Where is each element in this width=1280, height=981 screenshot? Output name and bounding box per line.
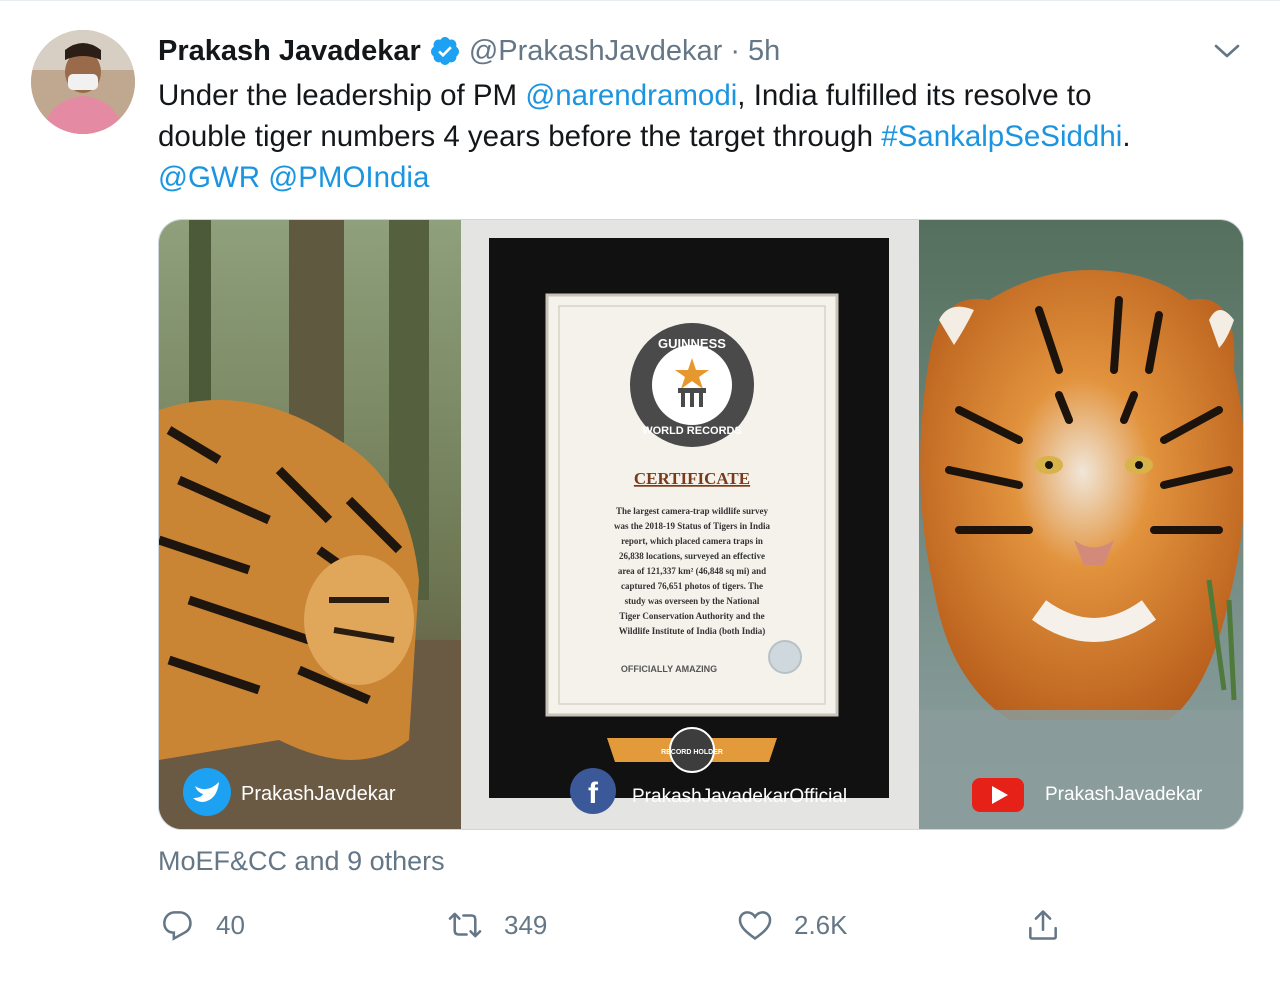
certificate-title: CERTIFICATE bbox=[634, 469, 750, 488]
reply-button[interactable]: 40 bbox=[158, 901, 245, 949]
tweet-text-part1: Under the leadership of PM bbox=[158, 79, 526, 112]
certificate-line: study was overseen by the National bbox=[625, 596, 760, 606]
author-handle[interactable]: @PrakashJavdekar bbox=[469, 35, 723, 68]
tweet-line-3: @GWR @PMOIndia bbox=[158, 157, 1248, 198]
hashtag-sankalpsesiddhi[interactable]: #SankalpSeSiddhi bbox=[881, 120, 1122, 153]
tweet-line-1: Under the leadership of PM @narendramodi… bbox=[158, 75, 1248, 116]
left-panel: PrakashJavdekar bbox=[159, 220, 461, 829]
certificate-line: Wildlife Institute of India (both India) bbox=[619, 626, 766, 636]
facebook-logo-icon: f bbox=[588, 777, 599, 810]
chevron-down-icon[interactable] bbox=[1210, 37, 1244, 65]
retweet-count: 349 bbox=[504, 909, 548, 940]
seal-top-text: GUINNESS bbox=[658, 336, 726, 351]
tweet-actions: 40 349 2.6K bbox=[158, 901, 1242, 949]
tweet-line-2: double tiger numbers 4 years before the … bbox=[158, 116, 1248, 157]
certificate-line: Tiger Conservation Authority and the bbox=[619, 611, 764, 621]
retweet-icon bbox=[448, 912, 482, 938]
like-button[interactable]: 2.6K bbox=[736, 901, 848, 949]
tweet-media-image[interactable]: PrakashJavdekar GUINNESS WORLD RECORDS C… bbox=[158, 219, 1244, 830]
separator-dot: · bbox=[730, 34, 740, 67]
like-icon bbox=[738, 911, 772, 941]
tweet-text: Under the leadership of PM @narendramodi… bbox=[158, 75, 1248, 198]
verified-badge-icon bbox=[430, 37, 459, 65]
banner-text: RECORD HOLDER bbox=[661, 749, 723, 756]
seal-bottom-text: WORLD RECORDS bbox=[642, 425, 742, 437]
mention-narendramodi[interactable]: @narendramodi bbox=[525, 79, 737, 112]
tweet-text-part2: , India fulfilled its resolve to bbox=[737, 79, 1092, 112]
center-watermark-text: PrakashJavadekarOfficial bbox=[632, 786, 847, 807]
certificate-footer: OFFICIALLY AMAZING bbox=[621, 664, 717, 674]
tweet-timestamp[interactable]: 5h bbox=[748, 35, 780, 68]
share-button[interactable] bbox=[1024, 901, 1062, 949]
like-count: 2.6K bbox=[794, 909, 848, 940]
share-icon bbox=[1029, 910, 1057, 940]
reply-count: 40 bbox=[216, 909, 245, 940]
tweet[interactable]: Prakash Javadekar @PrakashJavdekar · 5h … bbox=[0, 0, 1280, 981]
tweet-text-part3: double tiger numbers 4 years before the … bbox=[158, 120, 882, 153]
author-name[interactable]: Prakash Javadekar bbox=[158, 35, 421, 68]
tiger-collage-image: PrakashJavdekar GUINNESS WORLD RECORDS C… bbox=[159, 220, 1243, 829]
right-watermark-text: PrakashJavadekar bbox=[1045, 784, 1203, 805]
certificate-line: was the 2018-19 Status of Tigers in Indi… bbox=[614, 521, 770, 531]
certificate-line: report, which placed camera traps in bbox=[621, 536, 763, 546]
social-context-link[interactable]: MoEF&CC and 9 others bbox=[158, 846, 445, 877]
certificate-line: 26,838 locations, surveyed an effective bbox=[619, 551, 765, 561]
tweet-header: Prakash Javadekar @PrakashJavdekar · 5h bbox=[158, 31, 780, 71]
certificate-line: area of 121,337 km² (46,848 sq mi) and bbox=[618, 566, 766, 576]
center-panel: GUINNESS WORLD RECORDS CERTIFICATE The l… bbox=[461, 220, 919, 829]
certificate-body: The largest camera-trap wildlife survey … bbox=[614, 506, 770, 636]
left-watermark-text: PrakashJavdekar bbox=[241, 783, 396, 805]
mention-gwr[interactable]: @GWR bbox=[158, 161, 260, 194]
hologram-sticker bbox=[768, 640, 802, 674]
right-panel: PrakashJavadekar bbox=[919, 220, 1243, 829]
certificate-line: The largest camera-trap wildlife survey bbox=[616, 506, 768, 516]
certificate-line: captured 76,651 photos of tigers. The bbox=[621, 581, 763, 591]
avatar-image bbox=[31, 30, 135, 134]
reply-icon bbox=[163, 911, 192, 941]
avatar[interactable] bbox=[31, 30, 135, 134]
tweet-text-part4: . bbox=[1122, 120, 1131, 153]
mention-pmoindia[interactable]: @PMOIndia bbox=[268, 161, 429, 194]
guinness-seal: GUINNESS WORLD RECORDS bbox=[630, 323, 754, 447]
retweet-button[interactable]: 349 bbox=[446, 901, 547, 949]
